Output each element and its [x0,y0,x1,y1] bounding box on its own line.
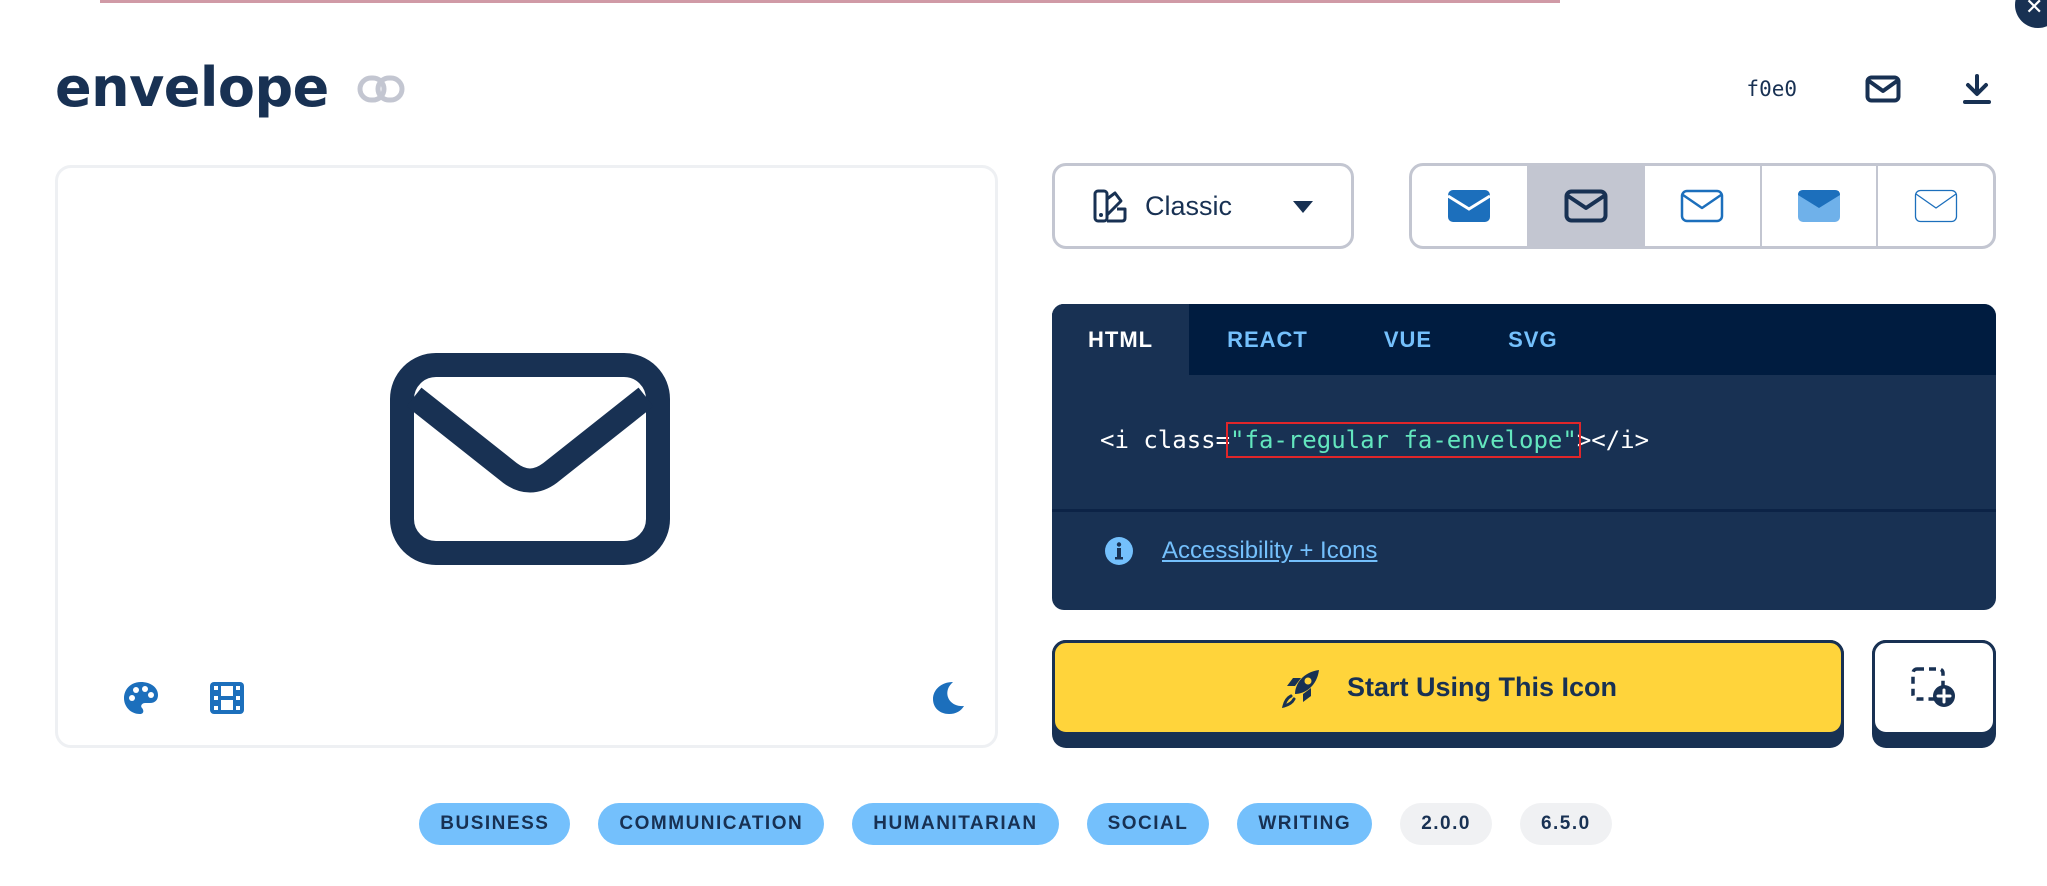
envelope-icon [1865,75,1901,103]
title-row: envelope [55,56,405,119]
version-badge: 6.5.0 [1519,803,1612,845]
rocket-icon [1281,669,1319,708]
link-icon[interactable] [357,73,405,109]
accessibility-link[interactable]: Accessibility + Icons [1162,537,1377,565]
tag-list: BUSINESS COMMUNICATION HUMANITARIAN SOCI… [0,803,2047,845]
family-select-value: Classic [1145,190,1233,221]
tag-business[interactable]: BUSINESS [419,803,571,845]
add-square-icon [1911,666,1955,707]
icon-preview-panel [55,165,998,748]
start-using-button-face[interactable]: Start Using This Icon [1052,640,1844,735]
add-to-kit-button-face[interactable] [1872,640,1996,735]
download-icon [1963,74,1991,104]
code-prefix: <i class= [1100,426,1231,454]
envelope-solid-icon [1447,190,1492,222]
envelope-regular-icon [1564,189,1608,223]
tag-humanitarian[interactable]: HUMANITARIAN [852,803,1059,845]
code-tabs: HTML REACT VUE SVG [1052,304,1996,375]
family-select[interactable]: Classic [1052,163,1354,249]
preview-tools [116,673,288,723]
tab-html[interactable]: HTML [1052,304,1190,375]
style-solid-button[interactable] [1412,166,1529,246]
icon-title: envelope [55,56,329,119]
background-strip [100,0,1560,3]
tab-svg[interactable]: SVG [1470,304,1595,375]
moon-icon[interactable] [923,673,973,723]
film-icon[interactable] [202,673,252,723]
code-class-string: "fa-regular fa-envelope" [1226,422,1581,458]
start-using-label: Start Using This Icon [1346,672,1618,702]
start-using-button[interactable]: Start Using This Icon [1052,640,1844,748]
close-icon[interactable]: ✕ [2025,0,2043,20]
download-button[interactable] [1947,64,2007,114]
tag-writing[interactable]: WRITING [1237,803,1373,845]
style-thin-button[interactable] [1878,166,1993,246]
tag-communication[interactable]: COMMUNICATION [598,803,825,845]
close-button[interactable]: ✕ [2015,0,2047,28]
style-light-button[interactable] [1645,166,1762,246]
add-to-kit-button[interactable] [1872,640,1996,748]
envelope-icon [390,353,670,569]
tag-social[interactable]: SOCIAL [1086,803,1210,845]
code-divider [1052,509,1996,512]
style-duotone-button[interactable] [1762,166,1879,246]
accessibility-row: Accessibility + Icons [1104,536,1377,566]
swatchbook-icon [1093,189,1127,223]
envelope-light-icon [1681,189,1724,223]
style-regular-button[interactable] [1528,166,1646,246]
version-badge: 2.0.0 [1400,803,1492,845]
tab-vue[interactable]: VUE [1346,304,1470,375]
code-snippet-panel: HTML REACT VUE SVG <i class="fa-regular … [1052,304,1996,610]
copy-glyph-button[interactable] [1853,64,1913,114]
code-suffix: ></i> [1576,426,1650,454]
info-icon [1105,537,1133,565]
style-selector [1409,163,1996,249]
code-snippet[interactable]: <i class="fa-regular fa-envelope"></i> [1100,422,1650,458]
tab-react[interactable]: REACT [1189,304,1346,375]
unicode-value[interactable]: f0e0 [1746,77,1797,101]
chevron-down-icon [1293,201,1313,213]
envelope-duotone-icon [1798,190,1841,222]
header-actions: f0e0 [1746,64,2047,114]
palette-icon[interactable] [116,673,166,723]
envelope-thin-icon [1914,189,1957,223]
